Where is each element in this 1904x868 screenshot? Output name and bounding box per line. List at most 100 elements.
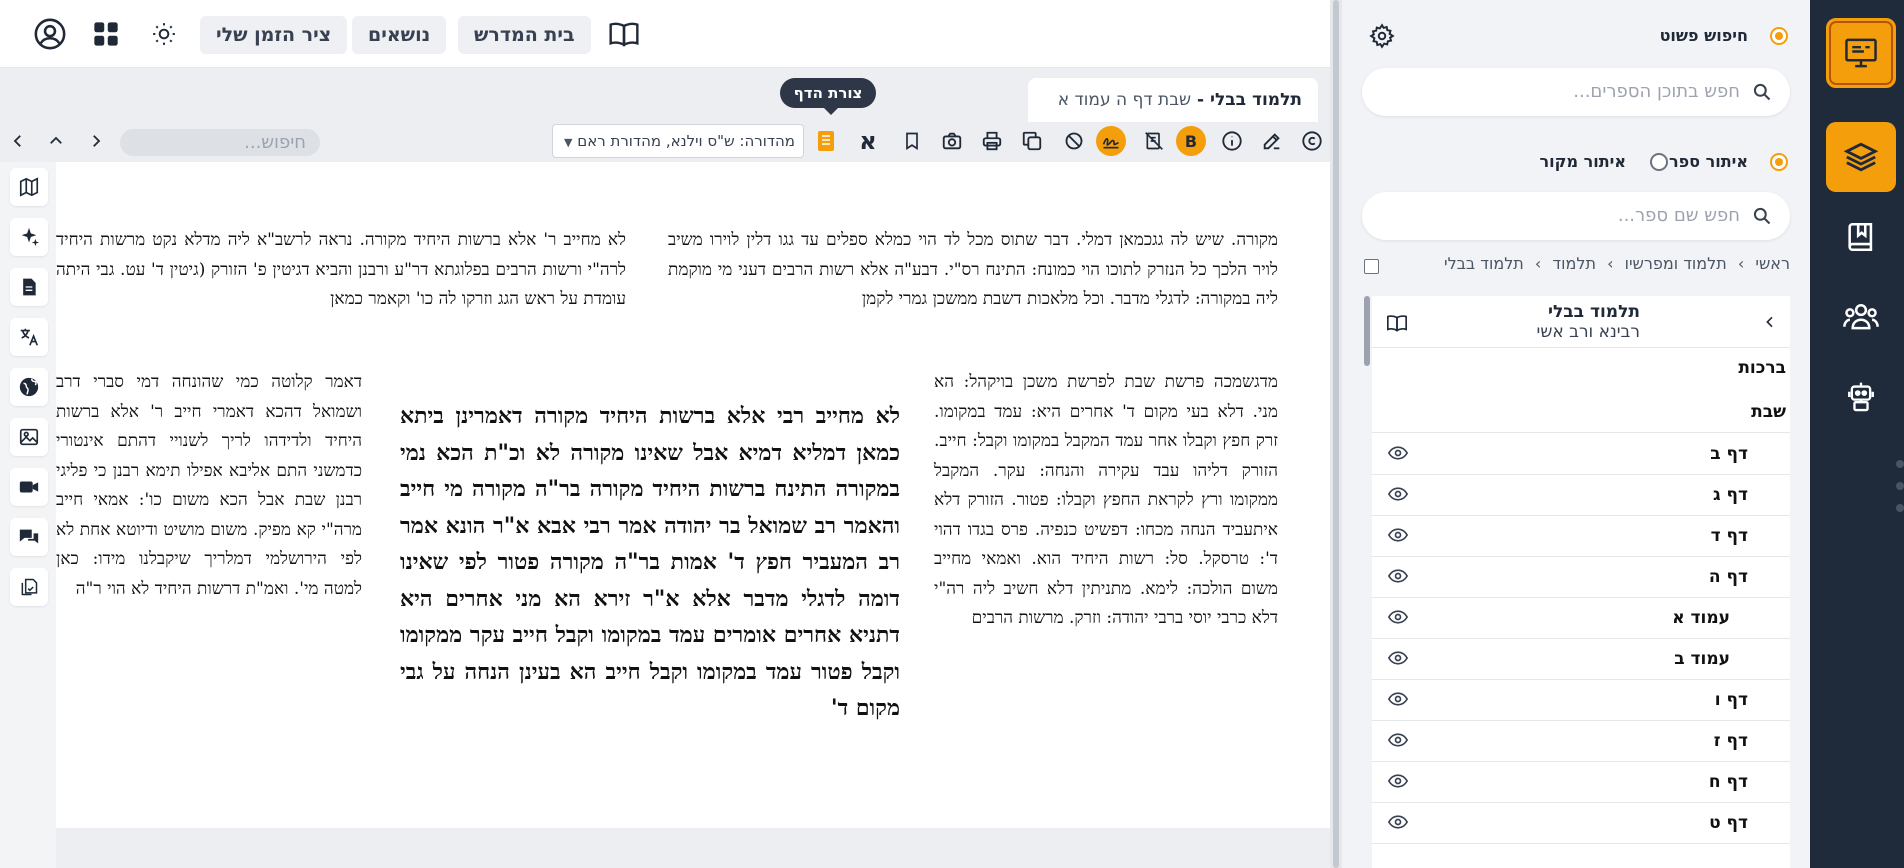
source-filter-radio[interactable] xyxy=(1650,153,1668,171)
tree-item-label: דף ב xyxy=(1710,444,1748,464)
breadcrumb-item[interactable]: תלמוד ומפרשיו xyxy=(1625,254,1727,273)
hebrew-letter-button[interactable]: א xyxy=(854,127,882,155)
book-filter-label: איתור ספר xyxy=(1668,152,1748,171)
eye-icon[interactable] xyxy=(1388,568,1408,584)
eye-icon[interactable] xyxy=(1388,773,1408,789)
print-icon[interactable] xyxy=(978,127,1006,155)
globe-icon[interactable] xyxy=(10,368,48,406)
tree-item-label: דף ד xyxy=(1710,526,1748,546)
eye-icon[interactable] xyxy=(1388,650,1408,666)
no-image-icon[interactable] xyxy=(1140,127,1168,155)
assistant-nav-button[interactable] xyxy=(1826,362,1896,432)
chevron-left-icon: › xyxy=(1737,254,1745,273)
open-book-icon[interactable] xyxy=(1386,312,1408,334)
eye-icon[interactable] xyxy=(1388,486,1408,502)
bookmark-icon[interactable] xyxy=(898,127,926,155)
profile-icon[interactable] xyxy=(30,14,70,54)
eye-icon[interactable] xyxy=(1388,527,1408,543)
video-icon[interactable] xyxy=(10,468,48,506)
bookmarks-nav-button[interactable] xyxy=(1826,202,1896,272)
content-search-input[interactable]: חפש בתוכן הספרים... xyxy=(1362,68,1790,116)
chevron-left-icon: › xyxy=(1607,254,1614,273)
bold-badge-icon[interactable]: B xyxy=(1176,126,1206,156)
tree-section-label: שבת xyxy=(1751,402,1786,422)
tree-header-subtitle: רבינא ורב אשי xyxy=(1536,322,1640,342)
block-icon[interactable] xyxy=(1060,127,1088,155)
community-nav-button[interactable] xyxy=(1826,282,1896,352)
breadcrumb-item[interactable]: תלמוד בבלי xyxy=(1444,254,1524,273)
chevron-left-icon[interactable] xyxy=(4,127,32,155)
simple-search-radio[interactable] xyxy=(1770,27,1788,45)
sun-icon[interactable] xyxy=(144,14,184,54)
copy-icon[interactable] xyxy=(1018,127,1046,155)
tab-my-timeline[interactable]: ציר הזמן שלי xyxy=(200,16,348,54)
open-book-icon[interactable] xyxy=(604,14,644,54)
sparkle-icon[interactable] xyxy=(10,218,48,256)
splitter-grip[interactable] xyxy=(1333,0,1339,868)
image-icon[interactable] xyxy=(10,418,48,456)
tree-item[interactable]: דף ד xyxy=(1372,516,1790,557)
panel-splitter[interactable] xyxy=(1330,0,1342,868)
tree-item[interactable]: דף ו xyxy=(1372,680,1790,721)
in-book-search-input[interactable]: חיפוש... xyxy=(120,129,320,156)
book-tab-bar: תלמוד בבלי - שבת דף ה עמוד א xyxy=(0,68,1330,122)
eye-icon[interactable] xyxy=(1388,732,1408,748)
chevron-left-icon xyxy=(1766,316,1773,328)
main-gemara-text: לא מחייב רבי אלא ברשות היחיד מקורה דאמרי… xyxy=(400,398,900,727)
edition-label: מהדורה: ש"ס וילנא, מהדורת ראם xyxy=(577,132,795,150)
book-name-search-input[interactable]: חפש שם ספר... xyxy=(1362,192,1790,240)
page-layout-icon[interactable] xyxy=(812,127,840,155)
camera-icon[interactable] xyxy=(938,127,966,155)
eye-icon[interactable] xyxy=(1388,609,1408,625)
tree-subitem[interactable]: עמוד ב xyxy=(1372,639,1790,680)
tree-item[interactable]: דף ט xyxy=(1372,803,1790,844)
rashi-side-text: מדגשמכה פרשת שבת לפרשת משכן בויקהל: הא מ… xyxy=(934,372,1278,628)
copyright-icon[interactable] xyxy=(1298,127,1326,155)
edit-icon[interactable] xyxy=(1258,127,1286,155)
tree-item-label: עמוד ב xyxy=(1674,649,1730,669)
eye-icon[interactable] xyxy=(1388,691,1408,707)
signature-icon[interactable] xyxy=(1096,126,1126,156)
translate-icon[interactable] xyxy=(10,318,48,356)
tree-scrollbar[interactable] xyxy=(1364,296,1370,366)
book-tab[interactable]: תלמוד בבלי - שבת דף ה עמוד א xyxy=(1028,78,1318,122)
tree-item[interactable]: דף ז xyxy=(1372,721,1790,762)
document-icon[interactable] xyxy=(10,268,48,306)
eye-icon[interactable] xyxy=(1388,814,1408,830)
eye-icon[interactable] xyxy=(1388,445,1408,461)
tree-section-berakhot[interactable]: ברכות xyxy=(1372,348,1790,389)
presentation-icon xyxy=(1845,38,1877,68)
tree-section-shabbat[interactable]: שבת xyxy=(1372,392,1790,433)
tosafot-top-text: לא מחייב ר' אלא ברשות היחיד מקורה. נראה … xyxy=(56,230,626,309)
tab-beit-midrash[interactable]: בית המדרש xyxy=(458,16,591,54)
breadcrumb-item[interactable]: תלמוד xyxy=(1552,254,1596,273)
tab-topics[interactable]: נושאים xyxy=(352,16,447,54)
book-toolbar: חיפוש... מהדורה: ש"ס וילנא, מהדורת ראם ▼… xyxy=(0,122,1330,160)
tree-item-label: דף ה xyxy=(1708,567,1748,587)
tree-item[interactable]: דף ה xyxy=(1372,557,1790,598)
book-filter-radio[interactable] xyxy=(1770,153,1788,171)
gemara-text: לא מחייב רבי אלא ברשות היחיד מקורה דאמרי… xyxy=(400,403,900,721)
map-icon[interactable] xyxy=(10,168,48,206)
apps-grid-icon[interactable] xyxy=(86,14,126,54)
edition-select[interactable]: מהדורה: ש"ס וילנא, מהדורת ראם ▼ xyxy=(552,124,804,158)
talmud-page: מקורה. שיש לה גגכמאן דמלי. דבר שתוס מכל … xyxy=(56,162,1330,828)
gear-icon[interactable] xyxy=(1362,16,1402,56)
source-filter-label: איתור מקור xyxy=(1539,152,1626,171)
tree-item-label: דף ג xyxy=(1713,485,1748,505)
tree-item[interactable]: דף ח xyxy=(1372,762,1790,803)
chevron-right-icon[interactable] xyxy=(82,127,110,155)
chevron-up-icon[interactable] xyxy=(42,127,70,155)
breadcrumb-item[interactable]: ראשי xyxy=(1755,254,1790,273)
tree-item[interactable]: דף ב xyxy=(1372,434,1790,475)
tree-subitem[interactable]: עמוד א xyxy=(1372,598,1790,639)
breadcrumb-checkbox[interactable] xyxy=(1364,259,1379,274)
library-nav-button[interactable] xyxy=(1826,122,1896,192)
tree-item[interactable]: דף ג xyxy=(1372,475,1790,516)
nav-dot xyxy=(1896,504,1904,512)
copy-document-icon[interactable] xyxy=(10,568,48,606)
tree-header[interactable]: תלמוד בבלי רבינא ורב אשי xyxy=(1372,296,1790,348)
chat-icon[interactable] xyxy=(10,518,48,556)
reading-nav-button[interactable] xyxy=(1826,18,1896,88)
info-icon[interactable] xyxy=(1218,127,1246,155)
